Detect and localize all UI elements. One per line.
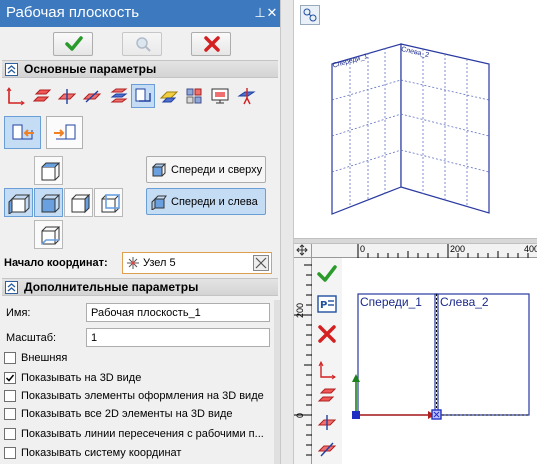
cube-bottom-button[interactable] <box>34 220 63 249</box>
checkbox-label: Показывать элементы оформления на 3D вид… <box>21 390 264 402</box>
cube-faces-icon[interactable] <box>182 84 206 108</box>
front-top-button[interactable]: Спереди и сверху <box>146 156 266 183</box>
section-extra-params[interactable]: Дополнительные параметры <box>2 278 278 296</box>
parallel-planes-icon[interactable] <box>30 84 54 108</box>
ruler-tick-label: 400 <box>524 244 537 254</box>
section-main-params[interactable]: Основные параметры <box>2 60 278 78</box>
vertical-splitter[interactable] <box>280 0 294 464</box>
checkbox-label: Показывать систему координат <box>21 447 182 459</box>
ok-button[interactable] <box>53 32 93 56</box>
checkbox-label: Показывать на 3D виде <box>21 372 142 384</box>
scale-label: Масштаб: <box>6 332 57 344</box>
cube-front-button[interactable] <box>34 188 63 217</box>
checkbox-label: Показывать линии пересечения с рабочими … <box>21 428 264 440</box>
checkbox[interactable] <box>4 428 16 440</box>
checkbox[interactable] <box>4 352 16 364</box>
panel-title: Рабочая плоскость <box>6 4 140 21</box>
front-top-label: Спереди и сверху <box>171 164 263 176</box>
two-planes-icon[interactable] <box>131 84 155 108</box>
checkbox[interactable] <box>4 390 16 402</box>
origin-value: Узел 5 <box>143 257 176 269</box>
offset-planes-icon[interactable] <box>106 84 130 108</box>
checkbox-label: Показывать все 2D элементы на 3D виде <box>21 408 233 420</box>
cancel-button[interactable] <box>191 32 231 56</box>
ruler-tick-label: 200 <box>295 302 305 318</box>
screen-plane-icon[interactable] <box>208 84 232 108</box>
clear-icon[interactable] <box>253 255 269 271</box>
cube-top-button[interactable] <box>34 156 63 185</box>
checkbox[interactable] <box>4 447 16 459</box>
checkbox[interactable] <box>4 408 16 420</box>
section-title: Дополнительные параметры <box>24 280 199 294</box>
planes-3d-drawing <box>331 43 490 215</box>
plane-on-face-icon[interactable] <box>157 84 181 108</box>
name-label: Имя: <box>6 307 31 319</box>
properties-panel: Рабочая плоскость ⊥ ✕ Основные параметры <box>0 0 280 464</box>
coord-system-icon[interactable] <box>4 84 28 108</box>
viewport-2d[interactable]: 0 200 400 200 0 P Спереди_1 Слева_2 <box>294 244 537 464</box>
preview-button[interactable] <box>122 32 162 56</box>
checkbox-label: Внешняя <box>21 352 68 364</box>
plane-by-edge-icon[interactable] <box>55 84 79 108</box>
mode-right-button[interactable] <box>46 116 83 149</box>
plane-point-icon[interactable] <box>315 436 339 460</box>
properties-icon[interactable]: P <box>315 292 339 316</box>
plane-left-label: Слева_2 <box>440 295 489 309</box>
section-title: Основные параметры <box>24 62 157 76</box>
ruler-tick-label: 0 <box>360 244 366 254</box>
checkbox[interactable] <box>4 372 16 384</box>
svg-text:P: P <box>320 300 327 311</box>
plane-edge-icon[interactable] <box>315 410 339 434</box>
cube-right-button[interactable] <box>64 188 93 217</box>
plane-by-point-icon[interactable] <box>80 84 104 108</box>
origin-field[interactable]: Узел 5 <box>122 252 272 274</box>
axis-arrow-plane-icon[interactable] <box>234 84 258 108</box>
ruler-horizontal: 0 200 400 <box>312 244 537 258</box>
ruler-tick-label: 0 <box>295 412 305 418</box>
ruler-vertical: 200 0 <box>294 258 312 464</box>
name-input[interactable] <box>86 303 270 322</box>
front-left-button[interactable]: Спереди и слева <box>146 188 266 215</box>
scale-input[interactable] <box>86 328 270 347</box>
cube-left-button[interactable] <box>4 188 33 217</box>
origin-label: Начало координат: <box>4 257 108 269</box>
viewport-3d[interactable]: Спереди_1 Слева_2 <box>294 0 537 238</box>
origin-row: Начало координат: Узел 5 <box>2 252 278 276</box>
collapse-icon[interactable] <box>5 63 18 76</box>
axes-icon[interactable] <box>315 358 339 382</box>
cancel-icon[interactable] <box>315 322 339 346</box>
front-left-label: Спереди и слева <box>171 196 258 208</box>
node-icon <box>126 256 140 273</box>
cube-back-button[interactable] <box>94 188 123 217</box>
collapse-icon[interactable] <box>5 281 18 294</box>
mode-left-button[interactable] <box>4 116 41 149</box>
plane-front-label: Спереди_1 <box>360 295 422 309</box>
ruler-tick-label: 200 <box>450 244 466 254</box>
panel-titlebar: Рабочая плоскость ⊥ ✕ <box>0 0 280 27</box>
close-icon[interactable]: ✕ <box>264 5 280 21</box>
move-icon[interactable] <box>294 244 312 258</box>
viewport-2d-toolbar: P <box>312 258 342 464</box>
parallel-planes-icon[interactable] <box>315 384 339 408</box>
confirm-icon[interactable] <box>315 262 339 286</box>
